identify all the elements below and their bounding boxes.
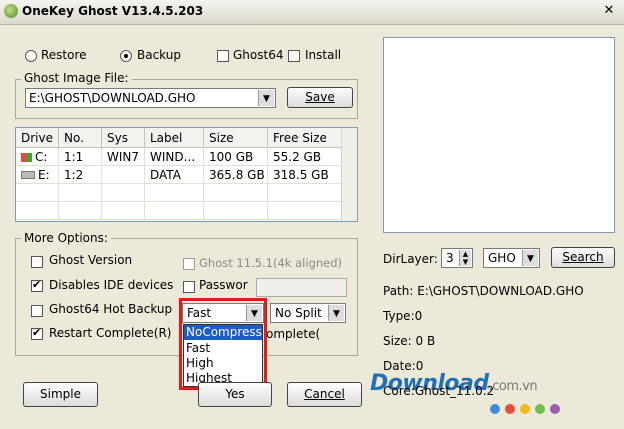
- app-icon: [4, 4, 18, 18]
- windows-drive-icon: [21, 152, 32, 162]
- info-size: Size: 0 B: [383, 334, 436, 348]
- install-checkbox[interactable]: [288, 50, 300, 62]
- simple-button[interactable]: Simple: [23, 382, 98, 407]
- partition-size: 100 GB: [203, 147, 268, 166]
- backup-radio[interactable]: [120, 50, 132, 62]
- ghost-11-checkbox[interactable]: [183, 258, 195, 270]
- close-icon[interactable]: ✕: [602, 4, 616, 18]
- restart-complete-checkbox[interactable]: [31, 326, 43, 340]
- search-button[interactable]: Search: [551, 247, 615, 268]
- hard-drive-icon: [21, 171, 35, 179]
- password-input[interactable]: [256, 278, 347, 297]
- save-button[interactable]: Save: [287, 87, 353, 108]
- drive-letter: C:: [35, 149, 48, 164]
- watermark-suffix: .com.vn: [488, 379, 538, 394]
- install-label[interactable]: Install: [305, 48, 341, 62]
- restore-label[interactable]: Restore: [41, 48, 87, 62]
- ghost-11-label: Ghost 11.5.1(4k aligned): [199, 256, 342, 270]
- chevron-down-icon[interactable]: ▼: [258, 90, 274, 106]
- table-row[interactable]: E: 1:2 DATA 365.8 GB 318.5 GB: [16, 165, 342, 184]
- partition-free: 55.2 GB: [267, 147, 342, 166]
- image-file-path: E:\GHOST\DOWNLOAD.GHO: [29, 91, 196, 105]
- drive-list-scrollbar[interactable]: [341, 128, 357, 221]
- dirlayer-value: 3: [446, 251, 454, 265]
- restore-radio[interactable]: [25, 50, 37, 62]
- search-button-label: Search: [562, 250, 604, 264]
- col-size[interactable]: Size: [203, 128, 268, 148]
- col-label[interactable]: Label: [144, 128, 204, 148]
- partition-no: 1:1: [58, 147, 102, 166]
- split-value: No Split: [275, 306, 322, 320]
- complete-label-partial: omplete(: [266, 327, 321, 341]
- drive-list[interactable]: Drive No. Sys Label Size Free Size C: 1:…: [15, 127, 358, 222]
- info-type: Type:0: [383, 309, 423, 323]
- split-select[interactable]: No Split ▼: [270, 303, 346, 323]
- cancel-button-label: Cancel: [304, 387, 345, 401]
- ghost-version-label[interactable]: Ghost Version: [49, 253, 132, 267]
- highlight-callout: [179, 298, 267, 390]
- ghost64-hot-backup-checkbox[interactable]: [31, 305, 43, 317]
- table-row[interactable]: C: 1:1 WIN7 WIND... 100 GB 55.2 GB: [16, 147, 342, 166]
- spinner-arrows-icon[interactable]: ▲ ▼: [459, 250, 471, 266]
- image-file-path-combo[interactable]: E:\GHOST\DOWNLOAD.GHO ▼: [25, 88, 276, 108]
- partition-free: 318.5 GB: [267, 165, 342, 184]
- window-title: OneKey Ghost V13.4.5.203: [22, 4, 204, 18]
- password-checkbox[interactable]: [183, 281, 195, 293]
- drive-letter: E:: [38, 167, 50, 182]
- chevron-down-icon[interactable]: ▼: [328, 305, 344, 321]
- restart-complete-label[interactable]: Restart Complete(R): [49, 326, 171, 340]
- title-bar: OneKey Ghost V13.4.5.203 ✕: [0, 0, 624, 25]
- ghost-version-checkbox[interactable]: [31, 256, 43, 268]
- backup-label[interactable]: Backup: [137, 48, 181, 62]
- password-label[interactable]: Passwor: [199, 278, 248, 292]
- dirlayer-spinner[interactable]: 3 ▲ ▼: [441, 248, 473, 268]
- ghost64-checkbox[interactable]: [217, 50, 229, 62]
- cancel-button[interactable]: Cancel: [287, 382, 362, 407]
- drive-list-header: Drive No. Sys Label Size Free Size: [16, 128, 342, 148]
- disable-ide-checkbox[interactable]: [31, 278, 43, 292]
- partition-label: WIND...: [144, 147, 204, 166]
- info-core: Core:Ghost_11.0.2: [383, 384, 495, 398]
- partition-size: 365.8 GB: [203, 165, 268, 184]
- ghost64-hot-backup-label[interactable]: Ghost64 Hot Backup: [49, 302, 172, 316]
- yes-button[interactable]: Yes: [198, 382, 272, 407]
- col-sys[interactable]: Sys: [101, 128, 145, 148]
- col-free-size[interactable]: Free Size: [267, 128, 342, 148]
- partition-label: DATA: [144, 165, 204, 184]
- image-file-group-title: Ghost Image File:: [21, 71, 132, 85]
- save-button-label: Save: [305, 90, 335, 104]
- partition-sys: WIN7: [101, 147, 145, 166]
- partition-sys: [101, 165, 145, 184]
- yes-button-label: Yes: [225, 387, 245, 401]
- partition-no: 1:2: [58, 165, 102, 184]
- chevron-down-icon[interactable]: ▼: [522, 250, 538, 266]
- more-options-title: More Options:: [21, 231, 111, 245]
- watermark-dots: [490, 403, 590, 415]
- info-path: Path: E:\GHOST\DOWNLOAD.GHO: [383, 284, 584, 298]
- extension-select[interactable]: GHO ▼: [483, 248, 540, 268]
- dirlayer-label: DirLayer:: [383, 252, 438, 266]
- extension-value: GHO: [488, 251, 516, 265]
- preview-pane: [383, 37, 615, 233]
- simple-button-label: Simple: [40, 387, 81, 401]
- col-drive[interactable]: Drive: [16, 128, 59, 148]
- ghost64-label[interactable]: Ghost64: [233, 48, 283, 62]
- col-no[interactable]: No.: [58, 128, 102, 148]
- disable-ide-label[interactable]: Disables IDE devices: [49, 278, 173, 292]
